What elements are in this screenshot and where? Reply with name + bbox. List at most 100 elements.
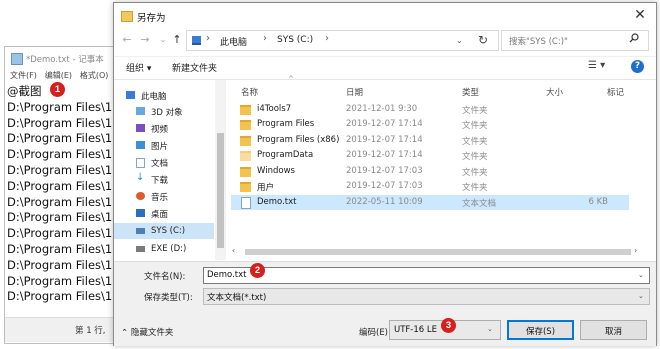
scroll-right-icon[interactable]: ›	[634, 246, 637, 255]
folder-icon	[121, 11, 133, 22]
file-list-scrollbar[interactable]	[646, 80, 656, 246]
up-button[interactable]: ↑	[170, 33, 184, 47]
address-dropdown-icon[interactable]: ⌄	[456, 36, 463, 45]
column-header-name[interactable]: 名称	[241, 86, 258, 98]
breadcrumb-separator[interactable]: ›	[263, 33, 267, 44]
cancel-button-label: 取消	[604, 327, 622, 337]
address-bar[interactable]: › 此电脑 › SYS (C:) ›	[186, 30, 499, 51]
3d-objects-icon	[136, 107, 145, 115]
file-row[interactable]: i4Tools7 2021-12-01 9:30 文件夹	[231, 102, 629, 117]
text-line: D:\Program Files\10	[7, 131, 117, 146]
sidebar-item-sys-drive[interactable]: SYS (C:)	[114, 223, 214, 239]
breadcrumb-this-pc[interactable]: 此电脑	[220, 35, 247, 48]
notepad-titlebar: *Demo.txt - 记事本	[5, 47, 121, 69]
file-name: Demo.txt	[257, 197, 297, 207]
filename-value: Demo.txt	[207, 270, 247, 280]
column-header-size[interactable]: 大小	[546, 86, 563, 98]
column-header-date[interactable]: 日期	[346, 86, 363, 98]
chevron-down-icon[interactable]: ⌄	[638, 271, 644, 279]
sidebar-item-pictures[interactable]: 图片	[114, 137, 214, 153]
text-line: D:\Program Files\10	[7, 147, 117, 162]
sidebar-item-label: 图片	[151, 142, 169, 152]
sidebar-item-exe-drive[interactable]: EXE (D:)	[114, 241, 214, 257]
breadcrumb-separator[interactable]: ›	[206, 33, 210, 44]
file-row-selected[interactable]: Demo.txt 2022-05-11 10:09 文本文档 6 KB	[231, 195, 629, 210]
new-folder-button[interactable]: 新建文件夹	[172, 61, 217, 74]
pc-icon	[126, 91, 135, 99]
sidebar-item-documents[interactable]: 文档	[114, 154, 214, 170]
recent-locations-button[interactable]: ⌄	[156, 33, 170, 47]
cancel-button[interactable]: 取消	[580, 320, 647, 340]
save-as-dialog: 另存为 ✕ ← → ⌄ ↑ › 此电脑 › SYS (C:) › ⌄ ↻ 搜索"…	[113, 2, 657, 346]
column-header-type[interactable]: 类型	[462, 86, 479, 98]
menu-edit[interactable]: 编辑(E)	[45, 70, 72, 81]
encoding-label: 编码(E):	[359, 328, 391, 338]
sidebar-item-label: EXE (D:)	[151, 244, 187, 254]
file-date: 2019-12-07 17:14	[346, 150, 423, 160]
file-type: 文件夹	[462, 121, 488, 131]
file-row[interactable]: Program Files (x86) 2019-12-07 17:14 文件夹	[231, 133, 629, 148]
notepad-text-area[interactable]: @截图 D:\Program Files\10 D:\Program Files…	[7, 84, 117, 314]
sidebar-item-3d-objects[interactable]: 3D 对象	[114, 103, 214, 119]
horizontal-scrollbar-thumb[interactable]	[245, 249, 631, 255]
annotation-badge-3: 3	[441, 318, 456, 333]
filename-label: 文件名(N):	[144, 272, 186, 282]
sidebar-item-desktop[interactable]: 桌面	[114, 205, 214, 221]
file-type: 文件夹	[462, 137, 488, 147]
annotation-badge-2: 2	[250, 263, 265, 278]
file-type: 文件夹	[462, 106, 488, 116]
back-button[interactable]: ←	[120, 33, 134, 47]
sidebar-item-label: 下载	[151, 176, 169, 186]
breadcrumb-sys-drive[interactable]: SYS (C:)	[277, 35, 313, 45]
annotation-badge-1: 1	[50, 82, 65, 97]
close-button[interactable]: ✕	[631, 7, 649, 23]
scroll-left-icon[interactable]: ‹	[232, 246, 235, 255]
file-row[interactable]: Windows 2019-12-07 17:03 文件夹	[231, 164, 629, 179]
navigation-scrollbar-thumb[interactable]	[217, 133, 224, 248]
column-header-tags[interactable]: 标记	[607, 86, 624, 98]
file-row[interactable]: 用户 2019-12-07 17:03 文件夹	[231, 179, 629, 194]
chevron-down-icon[interactable]: ⌄	[487, 325, 493, 333]
text-line: D:\Program Files\10	[7, 289, 117, 304]
text-line: D:\Program Files\10	[7, 257, 117, 272]
search-input[interactable]: 搜索"SYS (C:)"	[501, 30, 649, 51]
dialog-title: 另存为	[137, 13, 166, 24]
menu-file[interactable]: 文件(F)	[10, 70, 37, 81]
file-name: 用户	[257, 183, 275, 193]
pc-icon	[192, 36, 201, 45]
save-button[interactable]: 保存(S)	[507, 320, 574, 340]
filename-input[interactable]: Demo.txt ⌄	[203, 267, 650, 284]
file-size: 6 KB	[588, 197, 608, 207]
folder-icon	[240, 105, 251, 115]
file-name: ProgramData	[257, 150, 314, 160]
breadcrumb-separator[interactable]: ›	[325, 33, 329, 44]
horizontal-scrollbar[interactable]: ‹ ›	[231, 246, 645, 258]
file-date: 2019-12-07 17:14	[346, 119, 423, 129]
sidebar-item-videos[interactable]: 视频	[114, 120, 214, 136]
filetype-select[interactable]: 文本文档(*.txt) ⌄	[203, 288, 650, 305]
sidebar-item-music[interactable]: 音乐	[114, 188, 214, 204]
view-options-button[interactable]: ☰ ▾	[588, 60, 605, 71]
text-line: D:\Program Files\10	[7, 226, 117, 241]
file-row[interactable]: ProgramData 2019-12-07 17:14 文件夹	[231, 148, 629, 163]
hide-folders-button[interactable]: ⌃ 隐藏文件夹	[121, 326, 173, 338]
chevron-down-icon[interactable]: ⌄	[638, 292, 644, 300]
file-row[interactable]: Program Files 2019-12-07 17:14 文件夹	[231, 117, 629, 132]
drive-icon	[136, 246, 145, 252]
help-icon[interactable]: ?	[631, 60, 644, 73]
documents-icon	[136, 158, 145, 168]
sidebar-item-label: 此电脑	[141, 92, 167, 102]
sidebar-item-downloads[interactable]: ↓ 下载	[114, 171, 214, 187]
text-line: D:\Program Files\10	[7, 99, 117, 114]
music-icon	[136, 192, 145, 200]
file-date: 2019-12-07 17:14	[346, 135, 423, 145]
desktop-icon	[136, 209, 145, 217]
menu-format[interactable]: 格式(O)	[80, 70, 109, 81]
sidebar-item-label: 音乐	[151, 193, 169, 203]
sidebar-item-this-pc[interactable]: 此电脑	[114, 87, 214, 103]
forward-button[interactable]: →	[138, 33, 152, 47]
file-name: Program Files (x86)	[257, 135, 340, 145]
refresh-button[interactable]: ↻	[473, 31, 493, 50]
organize-button[interactable]: 组织 ▾	[126, 61, 151, 74]
file-name: Program Files	[257, 119, 315, 129]
